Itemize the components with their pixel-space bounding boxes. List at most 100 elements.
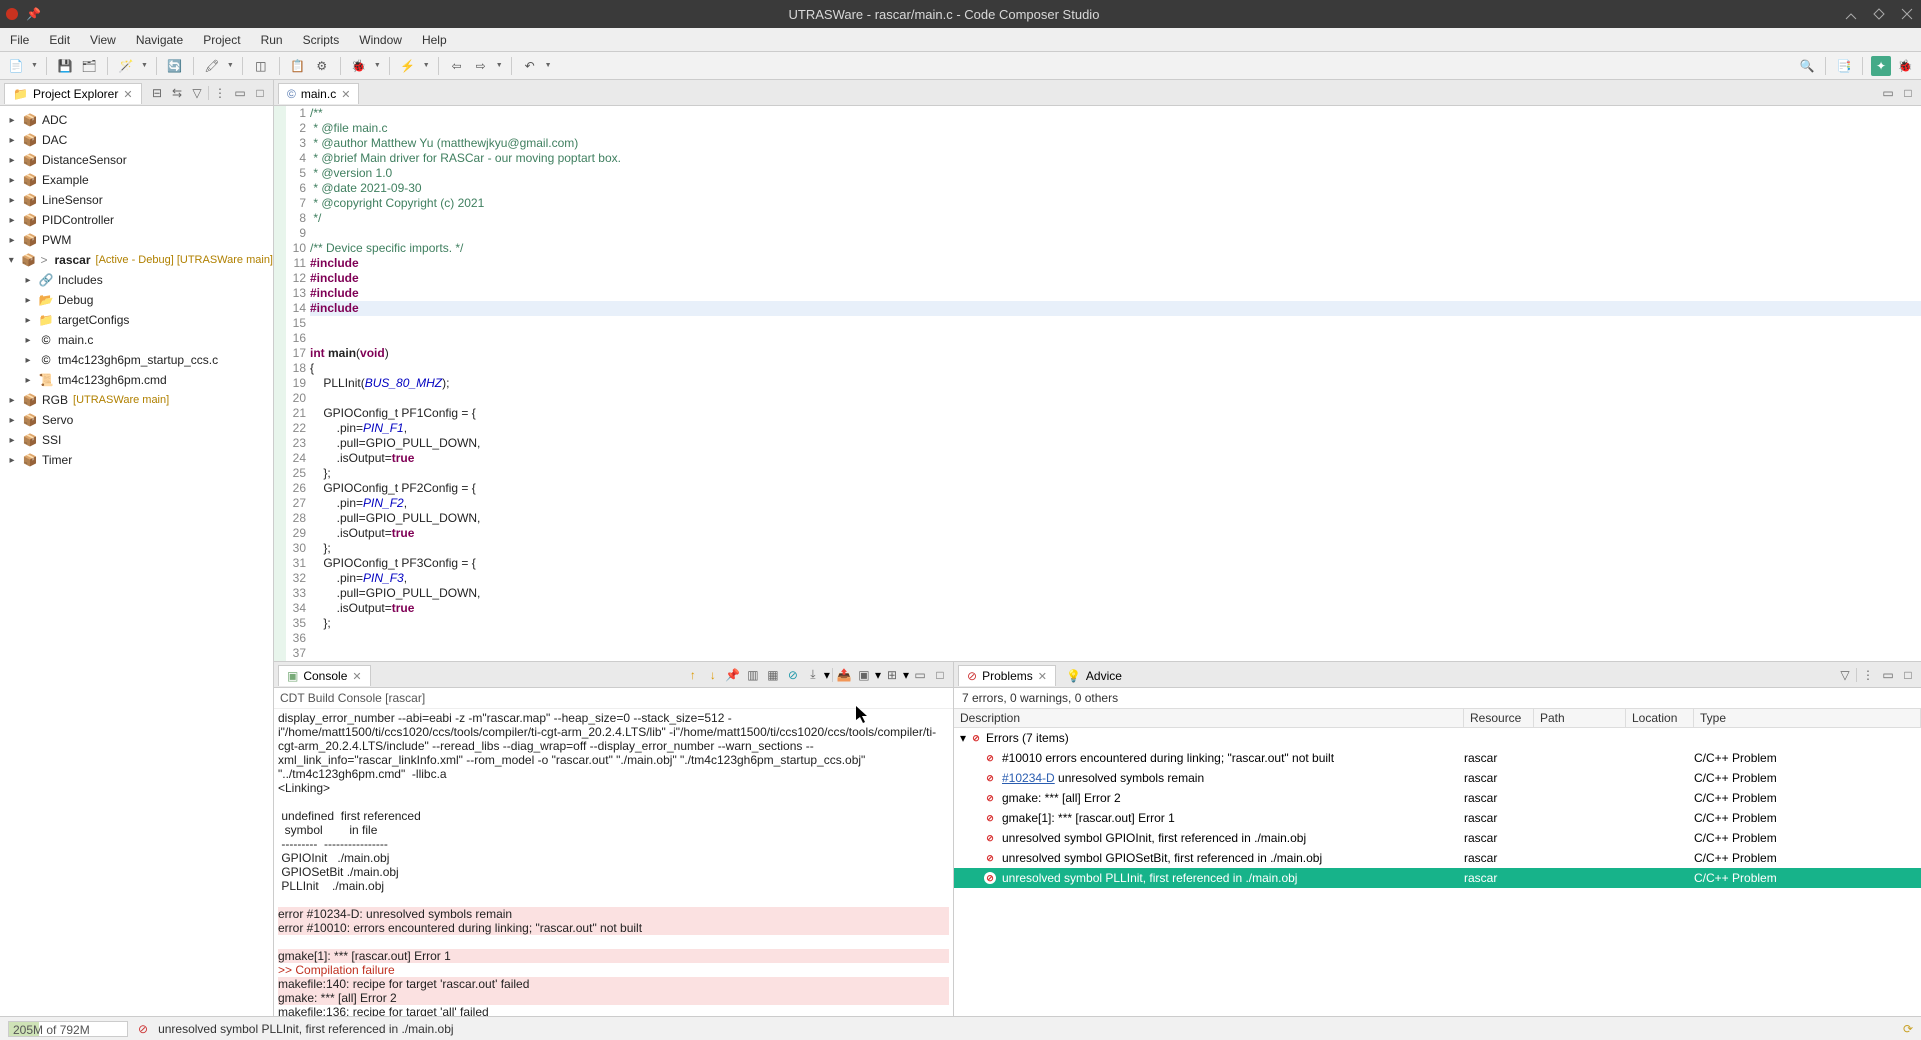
problem-row[interactable]: ⊘#10234-D unresolved symbols remainrasca… — [954, 768, 1921, 788]
debug-perspective-button[interactable]: 🐞 — [1895, 56, 1915, 76]
problems-list[interactable]: ▾ ⊘ Errors (7 items) ⊘#10010 errors enco… — [954, 728, 1921, 1016]
back-button[interactable]: ⇦ — [447, 56, 467, 76]
console-tab[interactable]: ▣ Console ✕ — [278, 665, 371, 686]
scroll-lock-icon[interactable]: ⤓ — [804, 666, 822, 684]
project-explorer-tab[interactable]: 📁 Project Explorer ✕ — [4, 83, 142, 104]
col-description[interactable]: Description — [954, 709, 1464, 727]
tree-row[interactable]: ▸©tm4c123gh6pm_startup_ccs.c — [0, 350, 273, 370]
scroll-down-icon[interactable]: ↓ — [704, 666, 722, 684]
dropdown-icon[interactable]: ▼ — [495, 62, 503, 69]
chevron-right-icon[interactable]: ▸ — [6, 414, 18, 426]
clear-console-icon[interactable]: ⊘ — [784, 666, 802, 684]
tree-row[interactable]: ▸📁targetConfigs — [0, 310, 273, 330]
chevron-right-icon[interactable]: ▸ — [22, 294, 34, 306]
problem-row[interactable]: ⊘gmake: *** [all] Error 2rascarC/C++ Pro… — [954, 788, 1921, 808]
chevron-right-icon[interactable]: ▸ — [22, 374, 34, 386]
chevron-right-icon[interactable]: ▸ — [6, 134, 18, 146]
updates-icon[interactable]: ⟳ — [1903, 1022, 1913, 1036]
heap-status[interactable]: 205M of 792M — [8, 1021, 128, 1037]
tree-row[interactable]: ▸📦Servo — [0, 410, 273, 430]
menu-edit[interactable]: Edit — [39, 30, 80, 50]
problem-row[interactable]: ⊘gmake[1]: *** [rascar.out] Error 1rasca… — [954, 808, 1921, 828]
highlighter-button[interactable]: 🖍 — [202, 56, 222, 76]
console-switch-icon[interactable]: ▣ — [855, 666, 873, 684]
menu-scripts[interactable]: Scripts — [293, 30, 350, 50]
tree-row[interactable]: ▸📦RGB [UTRASWare main] — [0, 390, 273, 410]
view-menu-icon[interactable]: ⋮ — [211, 84, 229, 102]
chevron-down-icon[interactable]: ▾ — [6, 254, 16, 266]
flash-button[interactable]: ⚡ — [398, 56, 418, 76]
display-all-icon[interactable]: ▦ — [764, 666, 782, 684]
close-icon[interactable]: ✕ — [341, 88, 350, 101]
tree-row[interactable]: ▸🔗Includes — [0, 270, 273, 290]
menu-project[interactable]: Project — [193, 30, 250, 50]
close-icon[interactable]: ✕ — [352, 670, 361, 683]
chevron-right-icon[interactable]: ▸ — [6, 114, 18, 126]
minimize-panel-icon[interactable]: ▭ — [1879, 84, 1897, 102]
dropdown-icon[interactable]: ▼ — [422, 62, 430, 69]
col-resource[interactable]: Resource — [1464, 709, 1534, 727]
view-menu-icon[interactable]: ⋮ — [1859, 666, 1877, 684]
filter-icon[interactable]: ▽ — [188, 84, 206, 102]
chevron-right-icon[interactable]: ▸ — [6, 194, 18, 206]
col-path[interactable]: Path — [1534, 709, 1626, 727]
tree-row[interactable]: ▸📦Timer — [0, 450, 273, 470]
scroll-up-icon[interactable]: ↑ — [684, 666, 702, 684]
gear-button[interactable]: ⚙ — [312, 56, 332, 76]
tree-row[interactable]: ▸📦DistanceSensor — [0, 150, 273, 170]
maximize-panel-icon[interactable]: □ — [1899, 666, 1917, 684]
menu-help[interactable]: Help — [412, 30, 457, 50]
code-area[interactable]: /** * @file main.c * @author Matthew Yu … — [310, 106, 1921, 661]
close-icon[interactable]: ✕ — [123, 88, 132, 101]
editor-body[interactable]: 1234567891011121314151617181920212223242… — [274, 106, 1921, 661]
folding-margin[interactable] — [274, 106, 286, 661]
col-location[interactable]: Location — [1626, 709, 1694, 727]
project-tree[interactable]: ▸📦ADC▸📦DAC▸📦DistanceSensor▸📦Example▸📦Lin… — [0, 106, 273, 1016]
tree-row[interactable]: ▸📂Debug — [0, 290, 273, 310]
minimize-panel-icon[interactable]: ▭ — [231, 84, 249, 102]
tree-row[interactable]: ▸©main.c — [0, 330, 273, 350]
filter-icon[interactable]: ▽ — [1836, 666, 1854, 684]
ccs-perspective-button[interactable]: ✦ — [1871, 56, 1891, 76]
pin-console-icon[interactable]: 📌 — [724, 666, 742, 684]
chevron-right-icon[interactable]: ▸ — [22, 274, 34, 286]
forward-button[interactable]: ⇨ — [471, 56, 491, 76]
console-output[interactable]: display_error_number --abi=eabi -z -m"ra… — [274, 709, 953, 1016]
minimize-panel-icon[interactable]: ▭ — [911, 666, 929, 684]
chevron-right-icon[interactable]: ▸ — [6, 154, 18, 166]
minimize-button[interactable] — [1840, 3, 1862, 25]
chevron-right-icon[interactable]: ▸ — [6, 454, 18, 466]
chevron-right-icon[interactable]: ▸ — [22, 314, 34, 326]
col-type[interactable]: Type — [1694, 709, 1921, 727]
chevron-down-icon[interactable]: ▾ — [960, 731, 966, 745]
problem-row[interactable]: ⊘unresolved symbol PLLInit, first refere… — [954, 868, 1921, 888]
problems-group-errors[interactable]: ▾ ⊘ Errors (7 items) — [954, 728, 1921, 748]
chevron-right-icon[interactable]: ▸ — [22, 334, 34, 346]
display-selected-icon[interactable]: ▥ — [744, 666, 762, 684]
open-console-icon[interactable]: 📤 — [835, 666, 853, 684]
problem-row[interactable]: ⊘unresolved symbol GPIOSetBit, first ref… — [954, 848, 1921, 868]
menu-view[interactable]: View — [80, 30, 126, 50]
tree-row[interactable]: ▸📦DAC — [0, 130, 273, 150]
tree-row[interactable]: ▸📜tm4c123gh6pm.cmd — [0, 370, 273, 390]
chevron-right-icon[interactable]: ▸ — [6, 394, 18, 406]
link-editor-icon[interactable]: ⇆ — [168, 84, 186, 102]
report-button[interactable]: 📋 — [288, 56, 308, 76]
problems-tab[interactable]: ⊘ Problems ✕ — [958, 665, 1056, 686]
new-console-icon[interactable]: ⊞ — [883, 666, 901, 684]
refresh-button[interactable]: 🔄 — [165, 56, 185, 76]
tree-row[interactable]: ▸📦SSI — [0, 430, 273, 450]
dropdown-icon[interactable]: ▾ — [903, 668, 909, 682]
perspective-open-button[interactable]: 📑 — [1834, 56, 1854, 76]
problem-row[interactable]: ⊘unresolved symbol GPIOInit, first refer… — [954, 828, 1921, 848]
dropdown-icon[interactable]: ▼ — [226, 62, 234, 69]
save-button[interactable]: 💾 — [55, 56, 75, 76]
debug-button[interactable]: 🐞 — [349, 56, 369, 76]
box-button[interactable]: ◫ — [251, 56, 271, 76]
maximize-panel-icon[interactable]: □ — [251, 84, 269, 102]
chevron-right-icon[interactable]: ▸ — [22, 354, 34, 366]
undo-nav-button[interactable]: ↶ — [520, 56, 540, 76]
tree-row[interactable]: ▸📦LineSensor — [0, 190, 273, 210]
tree-row[interactable]: ▸📦Example — [0, 170, 273, 190]
editor-tab-main-c[interactable]: © main.c ✕ — [278, 83, 359, 104]
